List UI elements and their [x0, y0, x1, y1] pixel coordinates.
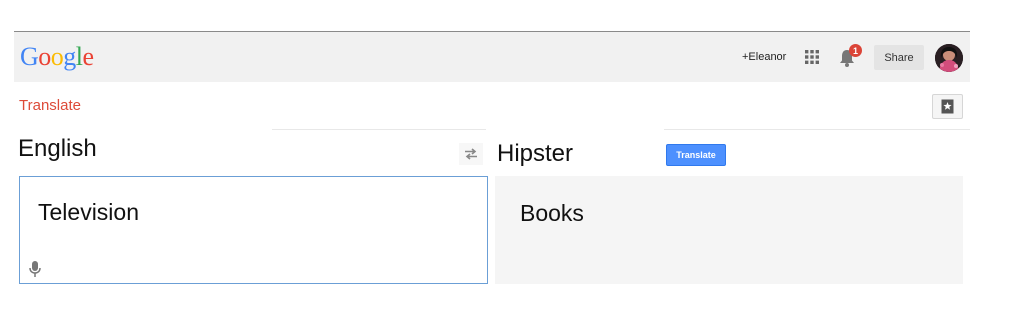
translated-text: Books — [520, 200, 584, 226]
divider — [664, 129, 970, 130]
source-text-input[interactable]: Television — [19, 176, 488, 284]
logo-letter: G — [20, 42, 39, 71]
avatar[interactable] — [935, 44, 963, 72]
page-title[interactable]: Translate — [19, 97, 81, 114]
logo-letter: o — [38, 42, 51, 71]
apps-grid-icon[interactable] — [805, 50, 819, 64]
source-language-tab[interactable]: English — [18, 135, 97, 163]
share-button[interactable]: Share — [874, 45, 924, 70]
source-text[interactable]: Television — [38, 199, 139, 226]
swap-languages-button[interactable] — [459, 143, 483, 165]
user-profile-link[interactable]: +Eleanor — [742, 51, 786, 63]
logo-letter: g — [63, 42, 76, 71]
logo-letter: o — [50, 42, 64, 71]
google-bar: Google +Eleanor 1 Share — [14, 31, 970, 82]
phrasebook-button[interactable] — [932, 94, 963, 119]
translate-button[interactable]: Translate — [666, 144, 726, 166]
swap-arrows-icon — [465, 148, 477, 160]
notification-count-badge: 1 — [849, 44, 862, 57]
google-logo[interactable]: Google — [20, 42, 94, 72]
logo-letter: e — [82, 42, 95, 71]
bookmark-star-icon — [941, 99, 954, 114]
microphone-icon[interactable] — [28, 260, 42, 278]
divider — [272, 129, 486, 130]
translation-output: Books — [495, 176, 963, 284]
target-language-tab[interactable]: Hipster — [497, 140, 573, 168]
logo-letter: l — [75, 42, 83, 71]
